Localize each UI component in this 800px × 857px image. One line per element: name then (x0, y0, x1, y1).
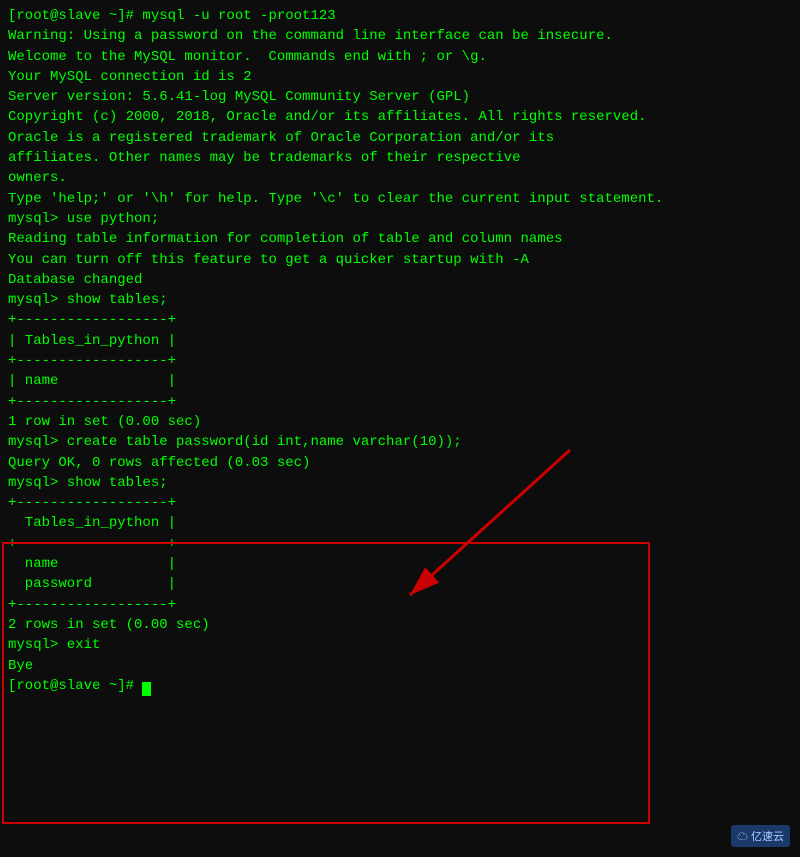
watermark-badge: ☁ 亿速云 (731, 825, 790, 847)
terminal-cursor (142, 682, 151, 696)
terminal-line: Database changed (8, 270, 792, 290)
terminal-line: mysql> show tables; (8, 473, 792, 493)
terminal-line: +------------------+ (8, 310, 792, 330)
terminal-line: Reading table information for completion… (8, 229, 792, 249)
terminal-output: [root@slave ~]# mysql -u root -proot123W… (8, 6, 792, 696)
terminal-line: mysql> show tables; (8, 290, 792, 310)
terminal-line: You can turn off this feature to get a q… (8, 250, 792, 270)
terminal-line: Copyright (c) 2000, 2018, Oracle and/or … (8, 107, 792, 127)
terminal-line: mysql> exit (8, 635, 792, 655)
terminal-line: Warning: Using a password on the command… (8, 26, 792, 46)
terminal-window: [root@slave ~]# mysql -u root -proot123W… (0, 0, 800, 857)
terminal-line: +------------------+ (8, 595, 792, 615)
terminal-line: | name | (8, 371, 792, 391)
terminal-line: name | (8, 554, 792, 574)
terminal-line: Server version: 5.6.41-log MySQL Communi… (8, 87, 792, 107)
terminal-line: | Tables_in_python | (8, 331, 792, 351)
terminal-line: [root@slave ~]# mysql -u root -proot123 (8, 6, 792, 26)
terminal-line: affiliates. Other names may be trademark… (8, 148, 792, 168)
terminal-line: +------------------+ (8, 534, 792, 554)
terminal-line: Query OK, 0 rows affected (0.03 sec) (8, 453, 792, 473)
terminal-line: password | (8, 574, 792, 594)
terminal-line: mysql> use python; (8, 209, 792, 229)
terminal-line: +------------------+ (8, 351, 792, 371)
terminal-line: mysql> create table password(id int,name… (8, 432, 792, 452)
terminal-line: +------------------+ (8, 493, 792, 513)
terminal-line: Your MySQL connection id is 2 (8, 67, 792, 87)
terminal-line: Bye (8, 656, 792, 676)
terminal-line: 2 rows in set (0.00 sec) (8, 615, 792, 635)
terminal-line: Tables_in_python | (8, 513, 792, 533)
terminal-line: owners. (8, 168, 792, 188)
terminal-line: Type 'help;' or '\h' for help. Type '\c'… (8, 189, 792, 209)
terminal-line: [root@slave ~]# (8, 676, 792, 696)
terminal-line: 1 row in set (0.00 sec) (8, 412, 792, 432)
terminal-line: +------------------+ (8, 392, 792, 412)
terminal-line: Oracle is a registered trademark of Orac… (8, 128, 792, 148)
terminal-line: Welcome to the MySQL monitor. Commands e… (8, 47, 792, 67)
